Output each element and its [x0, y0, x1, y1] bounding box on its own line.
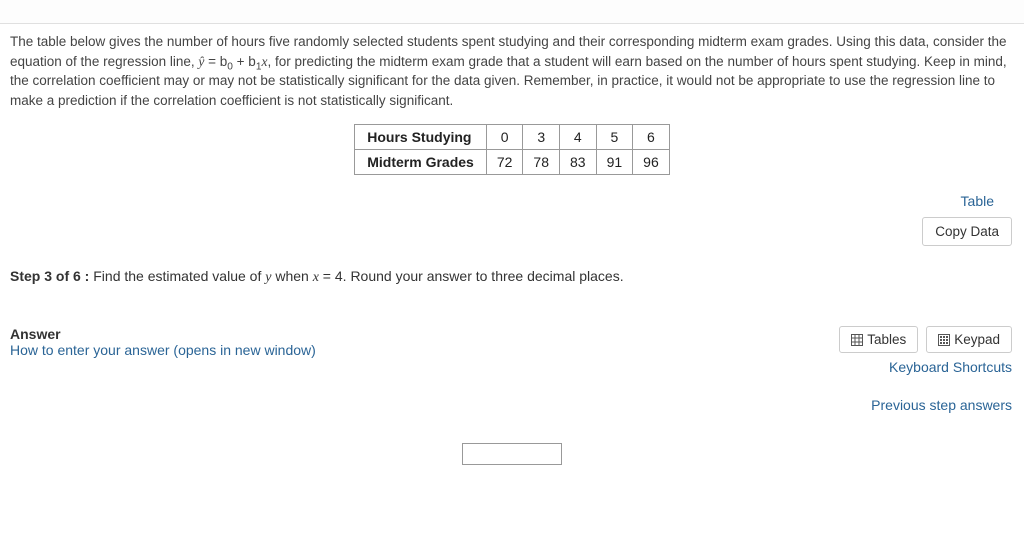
keypad-button[interactable]: Keypad: [926, 326, 1012, 353]
row-header-hours: Hours Studying: [355, 125, 487, 150]
table-link[interactable]: Table: [961, 193, 994, 209]
keypad-button-label: Keypad: [954, 332, 1000, 347]
eq-plus: + b: [233, 54, 256, 69]
step-after: . Round your answer to three decimal pla…: [343, 268, 624, 284]
cell: 3: [523, 125, 560, 150]
answer-label: Answer: [10, 326, 316, 342]
answer-row: Answer How to enter your answer (opens i…: [10, 326, 1014, 375]
table-actions: Table Copy Data: [10, 193, 1014, 246]
cell: 83: [560, 150, 597, 175]
step-eq: = 4: [319, 268, 343, 284]
cell: 78: [523, 150, 560, 175]
cell: 5: [596, 125, 633, 150]
keyboard-shortcuts-link[interactable]: Keyboard Shortcuts: [835, 359, 1012, 375]
step-prompt: Step 3 of 6 : Find the estimated value o…: [10, 268, 1014, 286]
top-toolbar: [0, 0, 1024, 24]
table-icon: [851, 334, 863, 346]
data-table: Hours Studying 0 3 4 5 6 Midterm Grades …: [354, 124, 669, 175]
answer-left: Answer How to enter your answer (opens i…: [10, 326, 316, 358]
copy-data-button[interactable]: Copy Data: [922, 217, 1012, 246]
content-area: The table below gives the number of hour…: [0, 24, 1024, 465]
step-before: Find the estimated value of: [89, 268, 265, 284]
cell: 96: [633, 150, 670, 175]
tables-button[interactable]: Tables: [839, 326, 918, 353]
tables-button-label: Tables: [867, 332, 906, 347]
how-to-enter-link[interactable]: How to enter your answer (opens in new w…: [10, 342, 316, 358]
problem-statement: The table below gives the number of hour…: [10, 32, 1014, 110]
eq-mid: = b: [204, 54, 227, 69]
cell: 6: [633, 125, 670, 150]
previous-answers-link[interactable]: Previous step answers: [10, 397, 1014, 413]
step-label: Step 3 of 6 :: [10, 268, 89, 284]
cell: 0: [486, 125, 523, 150]
cell: 4: [560, 125, 597, 150]
cell: 72: [486, 150, 523, 175]
row-header-grades: Midterm Grades: [355, 150, 487, 175]
answer-input[interactable]: [462, 443, 562, 465]
table-row: Midterm Grades 72 78 83 91 96: [355, 150, 669, 175]
answer-input-row: [10, 443, 1014, 465]
cell: 91: [596, 150, 633, 175]
step-mid: when: [271, 268, 312, 284]
answer-right: Tables Keypad Keyboard Shortcuts: [835, 326, 1012, 375]
data-table-wrapper: Hours Studying 0 3 4 5 6 Midterm Grades …: [10, 124, 1014, 175]
table-row: Hours Studying 0 3 4 5 6: [355, 125, 669, 150]
keypad-icon: [938, 334, 950, 346]
y-hat-symbol: ŷ: [198, 54, 204, 69]
